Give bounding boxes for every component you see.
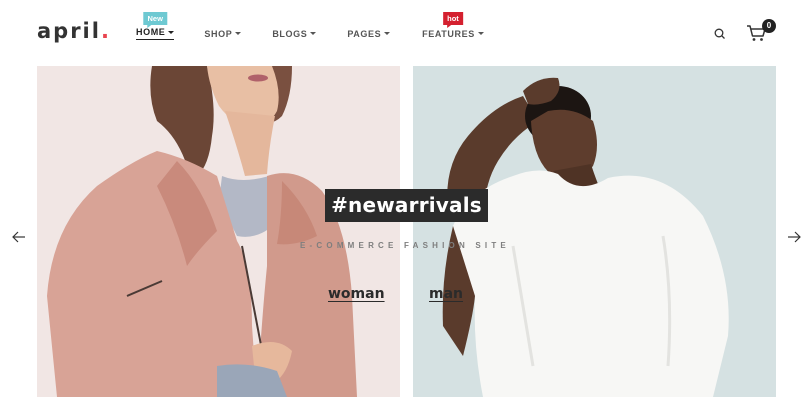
man-illustration <box>413 66 776 397</box>
woman-link[interactable]: woman <box>328 286 385 302</box>
nav-item-features[interactable]: hot FEATURES <box>422 12 484 40</box>
new-arrivals-tag: #newarrivals <box>325 189 488 222</box>
caret-down-icon <box>477 32 484 35</box>
arrow-left-icon[interactable] <box>11 229 27 245</box>
search-icon[interactable] <box>713 27 727 41</box>
nav-item-blogs[interactable]: BLOGS <box>272 27 317 40</box>
nav-item-label: PAGES <box>347 28 382 39</box>
new-badge: New <box>143 12 167 28</box>
man-hero-image[interactable] <box>413 66 776 397</box>
site-header: april. New HOME SHOP BLOGS PAGES hot FEA… <box>0 0 810 66</box>
man-link[interactable]: man <box>429 286 463 302</box>
hero-slider: #newarrivals E-COMMERCE FASHION SITE wom… <box>0 66 810 400</box>
brand-name: april <box>37 19 101 43</box>
brand-logo[interactable]: april. <box>37 19 111 43</box>
nav-item-label: BLOGS <box>272 28 308 39</box>
hero-subtitle: E-COMMERCE FASHION SITE <box>300 241 510 250</box>
brand-dot: . <box>100 19 111 43</box>
cart-count-badge: 0 <box>762 19 776 33</box>
nav-item-label: HOME <box>136 27 166 37</box>
arrow-right-icon[interactable] <box>786 229 802 245</box>
caret-down-icon <box>310 32 317 35</box>
nav-item-label: FEATURES <box>422 28 475 39</box>
caret-down-icon <box>168 30 175 34</box>
caret-down-icon <box>235 32 242 35</box>
woman-illustration <box>37 66 400 397</box>
nav-item-pages[interactable]: PAGES <box>347 27 391 40</box>
nav-item-label: SHOP <box>204 28 233 39</box>
nav-item-home[interactable]: New HOME <box>136 12 175 40</box>
caret-down-icon <box>384 32 391 35</box>
woman-hero-image[interactable] <box>37 66 400 397</box>
nav-item-shop[interactable]: SHOP <box>204 27 242 40</box>
main-nav: New HOME SHOP BLOGS PAGES hot FEATURES <box>136 12 484 40</box>
hot-badge: hot <box>443 12 463 28</box>
